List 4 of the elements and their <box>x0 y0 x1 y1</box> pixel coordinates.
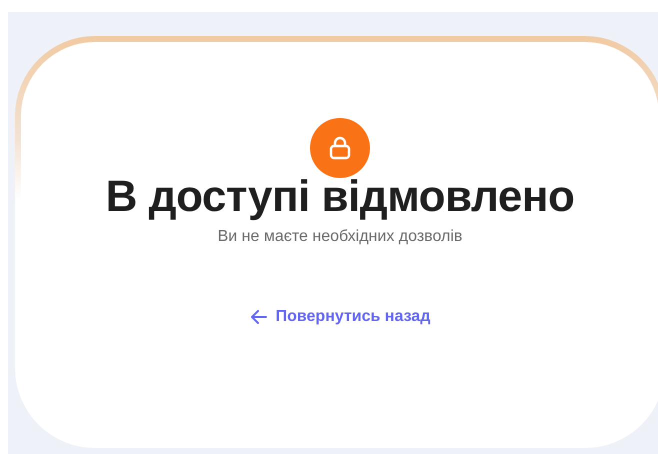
subtitle: Ви не маєте необхідних дозволів <box>218 228 462 246</box>
back-link[interactable]: Повернутись назад <box>250 308 430 326</box>
page-title: В доступі відмовлено <box>106 172 574 222</box>
arrow-left-icon <box>250 310 268 324</box>
